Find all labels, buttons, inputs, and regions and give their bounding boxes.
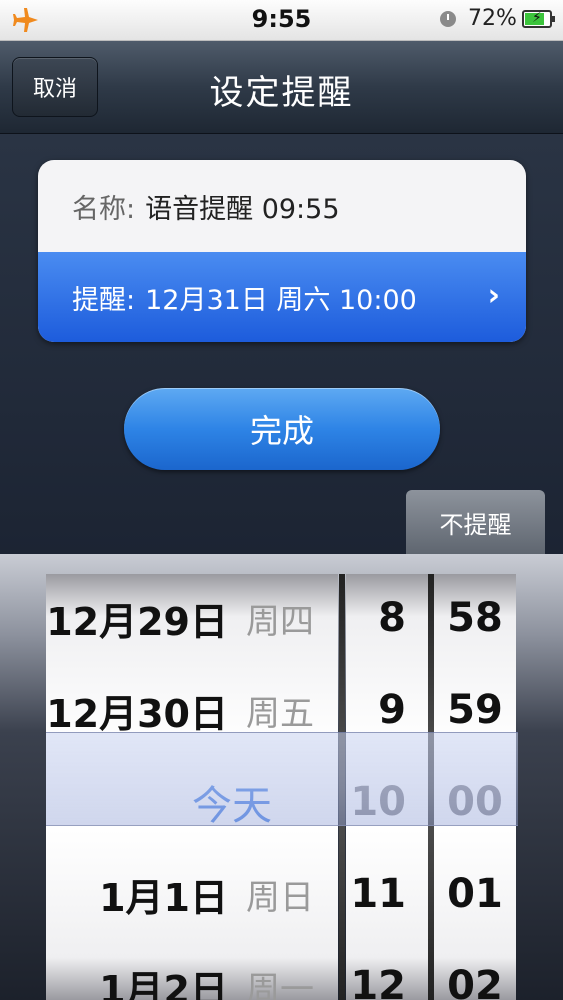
nav-bar: 取消 设定提醒 bbox=[0, 41, 563, 134]
picker-date-row[interactable]: 12月30日 周五 bbox=[46, 664, 338, 756]
picker-minute[interactable]: 59 bbox=[434, 664, 516, 756]
picker-hour-selected[interactable]: 10 bbox=[346, 756, 428, 848]
reminder-card: 名称: 语音提醒 09:55 提醒: 12月31日 周六 10:00 › bbox=[38, 160, 526, 342]
picker-hour-column[interactable]: 8 9 10 11 12 bbox=[346, 574, 428, 1000]
picker-date-column[interactable]: 12月29日 周四 12月30日 周五 今天 1月1日 周日 1月2日 周一 bbox=[46, 574, 338, 1000]
picker-minute[interactable]: 58 bbox=[434, 574, 516, 664]
no-remind-button[interactable]: 不提醒 bbox=[406, 490, 545, 554]
picker-date: 今天 bbox=[192, 783, 272, 829]
picker-date-row-selected[interactable]: 今天 bbox=[46, 756, 338, 848]
orientation-lock-icon bbox=[440, 11, 456, 27]
remind-row[interactable]: 提醒: 12月31日 周六 10:00 › bbox=[38, 252, 526, 342]
page-title: 设定提醒 bbox=[209, 73, 354, 113]
status-bar: 9:55 72% ⚡ bbox=[0, 0, 563, 41]
picker-minute-column[interactable]: 58 59 00 01 02 bbox=[434, 574, 516, 1000]
picker-hour[interactable]: 9 bbox=[346, 664, 428, 756]
picker-date: 12月30日 bbox=[46, 691, 228, 736]
picker-divider bbox=[339, 574, 345, 1000]
picker-hour[interactable]: 8 bbox=[346, 574, 428, 664]
picker-weekday: 周四 bbox=[246, 601, 314, 642]
picker-date: 1月1日 bbox=[99, 875, 228, 920]
picker-weekday: 周五 bbox=[246, 693, 314, 734]
battery-charging-icon: ⚡ bbox=[522, 10, 555, 28]
picker-hour[interactable]: 12 bbox=[346, 940, 428, 1000]
picker-hour[interactable]: 11 bbox=[346, 848, 428, 940]
picker-date-row[interactable]: 12月29日 周四 bbox=[46, 574, 338, 664]
remind-label: 提醒: bbox=[72, 284, 136, 316]
picker-minute[interactable]: 02 bbox=[434, 940, 516, 1000]
name-value: 语音提醒 09:55 bbox=[145, 193, 340, 225]
picker-date: 1月2日 bbox=[99, 967, 228, 1000]
picker-minute-selected[interactable]: 00 bbox=[434, 756, 516, 848]
picker-weekday: 周一 bbox=[246, 969, 314, 1000]
name-label: 名称: bbox=[72, 193, 136, 225]
name-row[interactable]: 名称: 语音提醒 09:55 bbox=[38, 160, 526, 252]
battery-percent: 72% bbox=[468, 6, 517, 31]
date-time-picker: 12月29日 周四 12月30日 周五 今天 1月1日 周日 1月2日 周一 8… bbox=[0, 554, 563, 1000]
picker-date: 12月29日 bbox=[46, 599, 228, 644]
done-button[interactable]: 完成 bbox=[124, 388, 440, 470]
picker-date-row[interactable]: 1月1日 周日 bbox=[46, 848, 338, 940]
chevron-right-icon: › bbox=[487, 278, 500, 313]
remind-value: 12月31日 周六 10:00 bbox=[145, 284, 417, 316]
main-area: 名称: 语音提醒 09:55 提醒: 12月31日 周六 10:00 › 完成 … bbox=[0, 134, 563, 554]
picker-minute[interactable]: 01 bbox=[434, 848, 516, 940]
picker-weekday: 周日 bbox=[246, 877, 314, 918]
picker-date-row[interactable]: 1月2日 周一 bbox=[46, 940, 338, 1000]
